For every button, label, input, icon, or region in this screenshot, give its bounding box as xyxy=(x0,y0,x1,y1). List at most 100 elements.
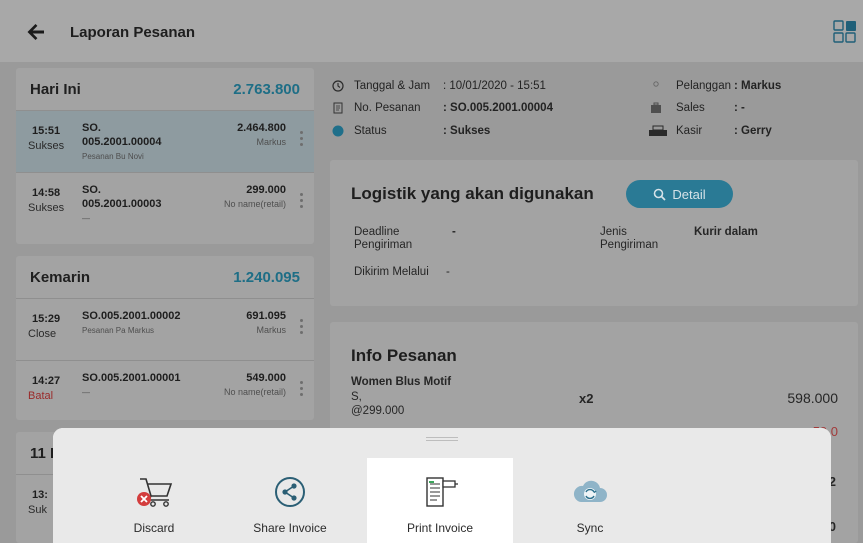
order-time: 15:29 xyxy=(32,313,61,325)
order-time: 14:58 xyxy=(32,187,61,199)
order-status: Sukses xyxy=(28,202,65,214)
order-row[interactable]: 15:51 Sukses SO. 005.2001.00004 Pesanan … xyxy=(16,110,314,172)
back-arrow-icon[interactable] xyxy=(24,20,48,44)
group-label: Kemarin xyxy=(30,268,91,286)
cashier-value: : Gerry xyxy=(734,125,772,137)
cart-remove-icon xyxy=(137,478,173,507)
order-time: 15:51 xyxy=(32,125,61,137)
clock-icon xyxy=(332,80,344,92)
order-number-line2: 005.2001.00004 xyxy=(82,136,162,148)
grid-view-icon[interactable] xyxy=(833,20,857,44)
group-header: Kemarin 1.240.095 xyxy=(16,256,314,298)
customer-value: : Markus xyxy=(734,80,782,92)
item-variant: S, xyxy=(351,391,362,403)
item-qty: x2 xyxy=(579,391,594,406)
detail-button-label: Detail xyxy=(672,186,706,202)
share-invoice-action[interactable]: Share Invoice xyxy=(217,458,363,543)
search-icon xyxy=(654,188,667,201)
print-invoice-action[interactable]: Print Invoice xyxy=(367,458,513,543)
order-note: Pesanan Pa Markus xyxy=(82,326,155,335)
briefcase-icon xyxy=(651,102,661,113)
page-title: Laporan Pesanan xyxy=(70,24,196,41)
drag-handle[interactable] xyxy=(426,437,458,441)
order-customer: No name(retail) xyxy=(223,387,286,397)
order-customer: Markus xyxy=(256,137,286,147)
shipping-type-label: Jenis Pengiriman xyxy=(600,226,659,251)
order-number-line1: SO. xyxy=(82,122,101,134)
status-label: Status xyxy=(354,125,387,137)
sync-action[interactable]: Sync xyxy=(517,458,663,543)
group-total: 1.240.095 xyxy=(233,268,300,286)
deadline-value: - xyxy=(452,226,456,238)
group-yesterday: Kemarin 1.240.095 15:29 Close SO.005.200… xyxy=(16,256,314,420)
order-status: Close xyxy=(28,328,57,340)
order-number: SO. 005.2001.00003 xyxy=(82,183,202,211)
group-header: Hari Ini 2.763.800 xyxy=(16,68,314,110)
order-status: Sukses xyxy=(28,140,65,152)
order-row[interactable]: 14:27 Batal SO.005.2001.00001 — 549.000 … xyxy=(16,360,314,422)
more-vert-icon[interactable] xyxy=(300,193,304,211)
order-note: Pesanan Bu Novi xyxy=(82,152,144,161)
order-time: 13: xyxy=(32,489,48,501)
more-vert-icon[interactable] xyxy=(300,381,304,399)
order-number-value: : SO.005.2001.00004 xyxy=(443,102,553,114)
order-amount: 549.000 xyxy=(246,372,286,384)
status-value: : Sukses xyxy=(443,125,491,137)
datetime-label: Tanggal & Jam xyxy=(354,80,431,92)
order-row[interactable]: 15:29 Close SO.005.2001.00002 Pesanan Pa… xyxy=(16,298,314,360)
order-detail-title: Info Pesanan xyxy=(351,346,457,365)
share-icon xyxy=(275,477,305,507)
order-customer: Markus xyxy=(256,325,286,335)
action-bottom-sheet: Discard Share Invoice Print Invoice Sync xyxy=(53,428,831,543)
order-row[interactable]: 14:58 Sukses SO. 005.2001.00003 — 299.00… xyxy=(16,172,314,234)
order-customer: No name(retail) xyxy=(223,199,286,209)
order-amount: 691.095 xyxy=(246,310,286,322)
discard-label: Discard xyxy=(133,521,175,535)
sent-via-label: Dikirim Melalui xyxy=(354,266,429,278)
order-number: SO.005.2001.00001 xyxy=(82,372,181,384)
logistics-panel: Logistik yang akan digunakan Detail Dead… xyxy=(330,160,858,306)
cash-register-icon xyxy=(649,125,667,136)
order-summary: Tanggal & Jam : 10/01/2020 - 15:51 No. P… xyxy=(330,70,863,160)
datetime-value: : 10/01/2020 - 15:51 xyxy=(443,80,546,92)
print-invoice-label: Print Invoice xyxy=(406,521,474,535)
order-number: SO. 005.2001.00004 xyxy=(82,121,202,149)
order-amount: 2.464.800 xyxy=(237,122,286,134)
logistics-title: Logistik yang akan digunakan xyxy=(351,184,594,203)
more-vert-icon[interactable] xyxy=(300,319,304,337)
item-name: Women Blus Motif xyxy=(351,376,452,388)
customer-label: Pelanggan xyxy=(676,80,731,92)
cashier-label: Kasir xyxy=(676,125,703,137)
detail-button[interactable]: Detail xyxy=(626,180,733,208)
status-dot-icon xyxy=(332,125,344,137)
sales-value: : - xyxy=(734,102,745,114)
receipt-icon xyxy=(333,102,343,114)
sent-via-value: - xyxy=(446,266,450,278)
app-bar: Laporan Pesanan xyxy=(0,0,863,62)
printer-icon xyxy=(426,477,458,507)
group-label: Hari Ini xyxy=(30,80,81,98)
order-number-label: No. Pesanan xyxy=(354,102,421,114)
order-number: SO.005.2001.00002 xyxy=(82,310,181,322)
order-status: Batal xyxy=(28,390,54,402)
person-icon xyxy=(653,81,659,87)
order-note: — xyxy=(82,214,90,223)
group-today: Hari Ini 2.763.800 15:51 Sukses SO. 005.… xyxy=(16,68,314,244)
shipping-type-value: Kurir dalam xyxy=(694,226,758,238)
cloud-sync-icon xyxy=(573,480,607,502)
item-price: @299.000 xyxy=(351,405,405,417)
sales-label: Sales xyxy=(676,102,705,114)
share-invoice-label: Share Invoice xyxy=(253,521,327,535)
item-total: 598.000 xyxy=(787,390,838,406)
discard-action[interactable]: Discard xyxy=(81,458,227,543)
sync-label: Sync xyxy=(576,521,604,535)
order-note: — xyxy=(82,388,90,397)
order-time: 14:27 xyxy=(32,375,61,387)
order-number-line2: 005.2001.00003 xyxy=(82,198,162,210)
group-total: 2.763.800 xyxy=(233,80,300,98)
order-amount: 299.000 xyxy=(246,184,286,196)
order-status: Suk xyxy=(28,504,47,516)
deadline-label: Deadline Pengiriman xyxy=(354,226,413,251)
order-number-line1: SO. xyxy=(82,184,101,196)
more-vert-icon[interactable] xyxy=(300,131,304,149)
